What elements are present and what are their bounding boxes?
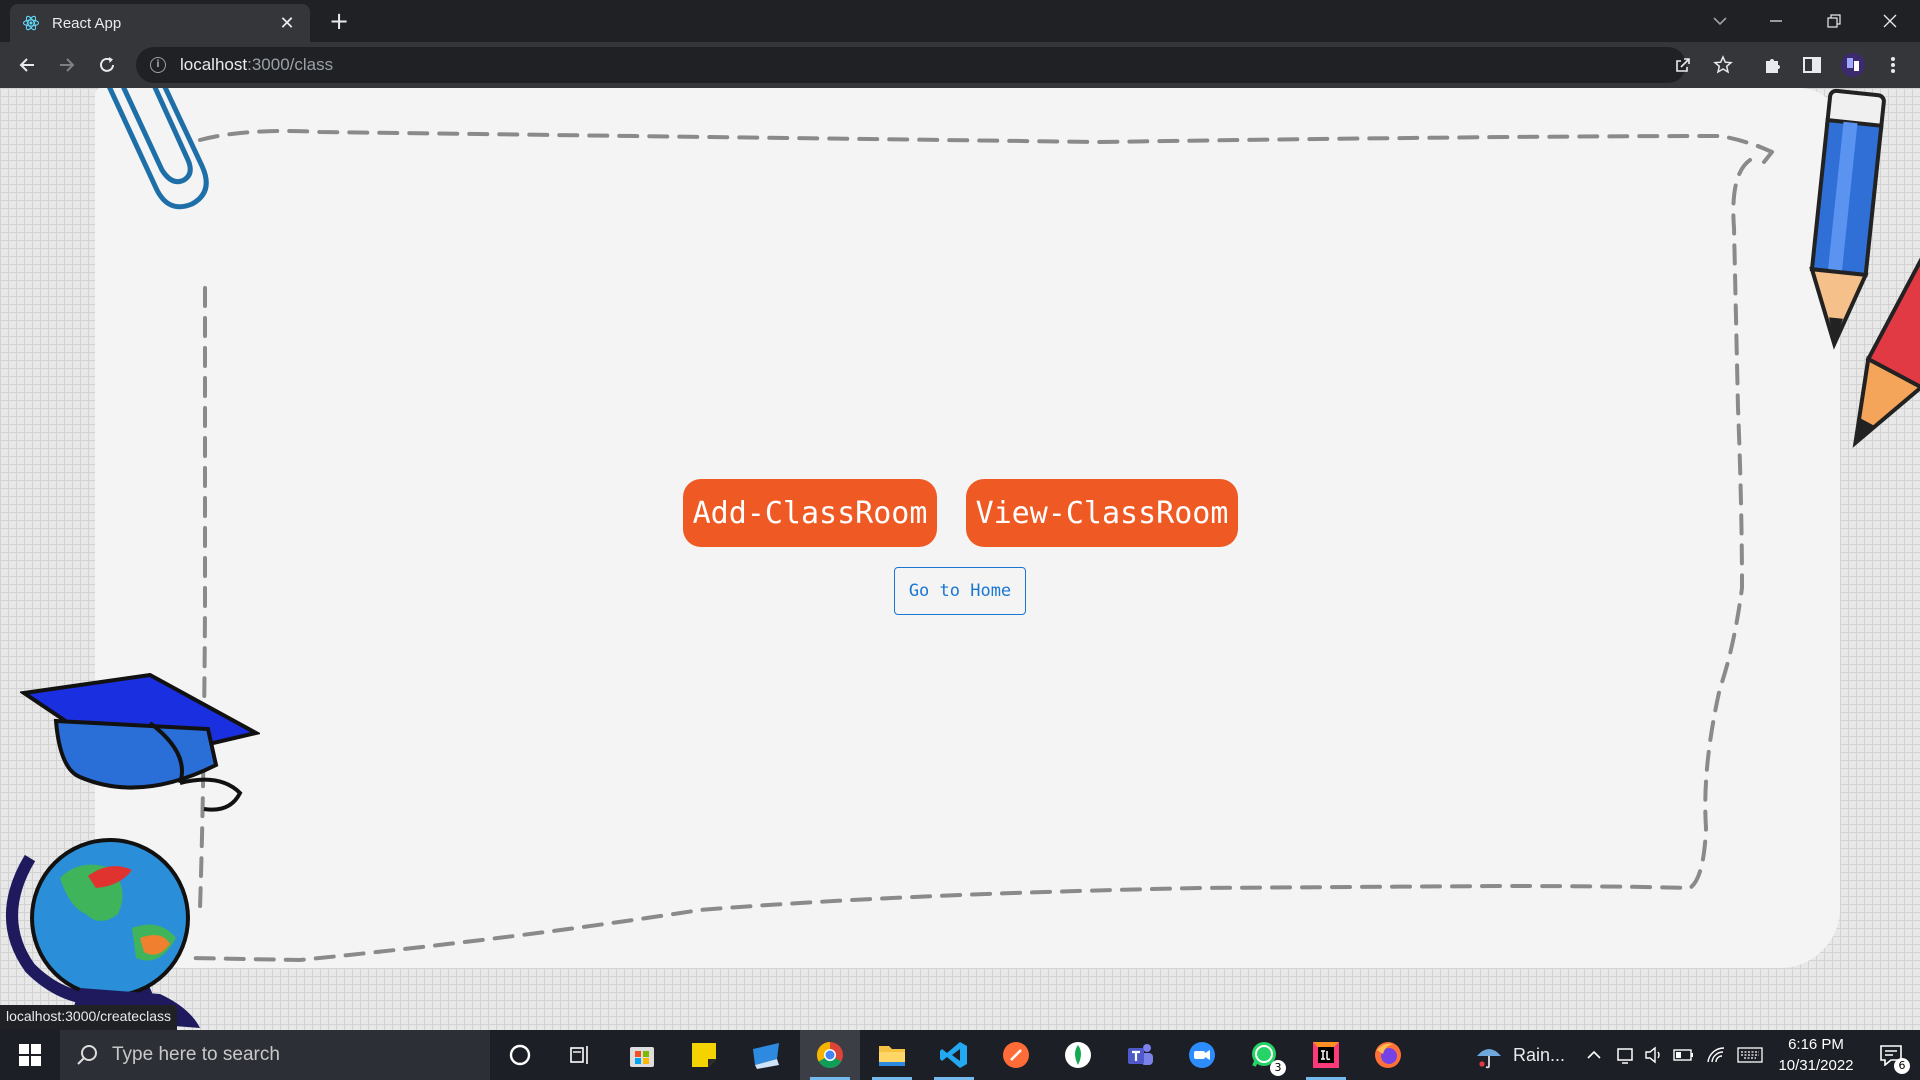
close-window-button[interactable] — [1862, 0, 1918, 42]
network-status-button[interactable] — [1612, 1030, 1640, 1080]
wifi-icon — [1707, 1047, 1725, 1063]
keyboard-button[interactable] — [1734, 1030, 1766, 1080]
action-group: Add-ClassRoom View-ClassRoom Go to Home — [0, 88, 1920, 1030]
store-button[interactable] — [612, 1030, 672, 1080]
back-arrow-icon — [19, 58, 34, 72]
tab-search-icon[interactable] — [1705, 8, 1735, 34]
tray-overflow-button[interactable] — [1580, 1030, 1608, 1080]
remote-icon — [753, 1043, 779, 1069]
address-host: localhost — [180, 55, 248, 74]
weather-text: Rain... — [1512, 1044, 1566, 1065]
teams-button[interactable] — [1110, 1030, 1170, 1080]
windows-taskbar: Type here to search 3 Rain... 6:16 PM 10… — [0, 1030, 1920, 1080]
search-placeholder: Type here to search — [112, 1044, 280, 1065]
reload-icon — [100, 57, 114, 72]
cortana-button[interactable] — [490, 1030, 550, 1080]
notification-badge: 6 — [1894, 1058, 1910, 1074]
mongodb-button[interactable] — [1048, 1030, 1108, 1080]
file-explorer-button[interactable] — [862, 1030, 922, 1080]
intellij-button[interactable] — [1296, 1030, 1356, 1080]
wifi-button[interactable] — [1702, 1030, 1730, 1080]
restore-button[interactable] — [1806, 0, 1862, 42]
battery-button[interactable] — [1670, 1030, 1698, 1080]
forward-arrow-icon — [60, 58, 75, 72]
new-tab-button[interactable]: + — [324, 6, 354, 36]
tab-close-icon[interactable]: ✕ — [276, 13, 298, 34]
vscode-icon — [940, 1042, 967, 1068]
task-view-button[interactable] — [550, 1030, 610, 1080]
address-bar[interactable]: i localhost:3000/class — [136, 47, 1686, 83]
search-icon — [77, 1045, 97, 1065]
close-icon — [1883, 14, 1897, 28]
firefox-icon — [1375, 1042, 1401, 1068]
share-icon — [1676, 58, 1690, 72]
sticky-notes-button[interactable] — [674, 1030, 734, 1080]
teams-icon — [1128, 1044, 1153, 1065]
browser-tab[interactable]: React App ✕ — [10, 4, 310, 42]
reload-button[interactable] — [92, 50, 122, 80]
tab-title: React App — [52, 14, 122, 32]
chrome-button[interactable] — [800, 1030, 860, 1080]
battery-icon — [1673, 1049, 1693, 1061]
profile-button[interactable] — [1838, 50, 1868, 80]
windows-logo-icon — [19, 1044, 41, 1066]
puzzle-icon — [1766, 59, 1780, 73]
speaker-icon — [1645, 1046, 1660, 1064]
sticky-notes-icon — [692, 1043, 716, 1067]
zoom-button[interactable] — [1172, 1030, 1232, 1080]
back-button[interactable] — [12, 50, 42, 80]
firefox-button[interactable] — [1358, 1030, 1418, 1080]
mongodb-icon — [1065, 1042, 1091, 1068]
add-classroom-button[interactable]: Add-ClassRoom — [683, 479, 937, 547]
restore-icon — [1827, 14, 1841, 28]
bookmark-button[interactable] — [1708, 50, 1738, 80]
extensions-button[interactable] — [1758, 50, 1788, 80]
network-monitor-icon — [1617, 1048, 1633, 1064]
minimize-button[interactable] — [1748, 0, 1804, 42]
store-icon — [630, 1047, 654, 1067]
clock-time: 6:16 PM — [1788, 1036, 1844, 1053]
address-path: :3000/class — [247, 55, 334, 74]
browser-toolbar: i localhost:3000/class — [0, 42, 1920, 88]
cortana-icon — [509, 1044, 531, 1066]
forward-button[interactable] — [52, 50, 82, 80]
star-icon — [1713, 55, 1733, 74]
notification-center-button[interactable]: 6 — [1866, 1030, 1916, 1080]
go-to-home-button[interactable]: Go to Home — [894, 567, 1026, 615]
menu-button[interactable] — [1878, 50, 1908, 80]
postman-icon — [1003, 1042, 1029, 1068]
taskbar-search[interactable]: Type here to search — [60, 1030, 490, 1080]
keyboard-icon — [1737, 1047, 1763, 1063]
more-vert-icon — [1891, 57, 1895, 73]
task-view-icon — [570, 1046, 588, 1064]
avatar — [1841, 53, 1865, 77]
weather-widget[interactable]: Rain... — [1464, 1030, 1574, 1080]
whatsapp-button[interactable]: 3 — [1234, 1030, 1294, 1080]
vscode-button[interactable] — [924, 1030, 984, 1080]
chrome-icon — [816, 1041, 843, 1069]
view-classroom-button[interactable]: View-ClassRoom — [966, 479, 1238, 547]
clock-date: 10/31/2022 — [1778, 1057, 1854, 1074]
intellij-icon — [1313, 1042, 1339, 1068]
minimize-icon — [1770, 20, 1782, 22]
link-status-bar: localhost:3000/createclass — [0, 1005, 177, 1030]
side-panel-button[interactable] — [1797, 50, 1827, 80]
file-explorer-icon — [879, 1046, 905, 1066]
whatsapp-badge: 3 — [1270, 1060, 1286, 1076]
rain-umbrella-icon — [1476, 1049, 1501, 1069]
browser-tab-bar: React App ✕ + — [0, 0, 1920, 42]
side-panel-icon — [1803, 57, 1821, 73]
start-button[interactable] — [0, 1030, 60, 1080]
share-button[interactable] — [1668, 50, 1698, 80]
zoom-icon — [1189, 1042, 1215, 1068]
taskbar-clock[interactable]: 6:16 PM 10/31/2022 — [1768, 1034, 1864, 1076]
remote-button[interactable] — [736, 1030, 796, 1080]
chevron-up-icon — [1587, 1050, 1601, 1059]
postman-button[interactable] — [986, 1030, 1046, 1080]
site-info-icon[interactable]: i — [150, 57, 166, 73]
react-icon — [22, 15, 40, 31]
page-viewport: Add-ClassRoom View-ClassRoom Go to Home — [0, 88, 1920, 1030]
volume-button[interactable] — [1640, 1030, 1668, 1080]
